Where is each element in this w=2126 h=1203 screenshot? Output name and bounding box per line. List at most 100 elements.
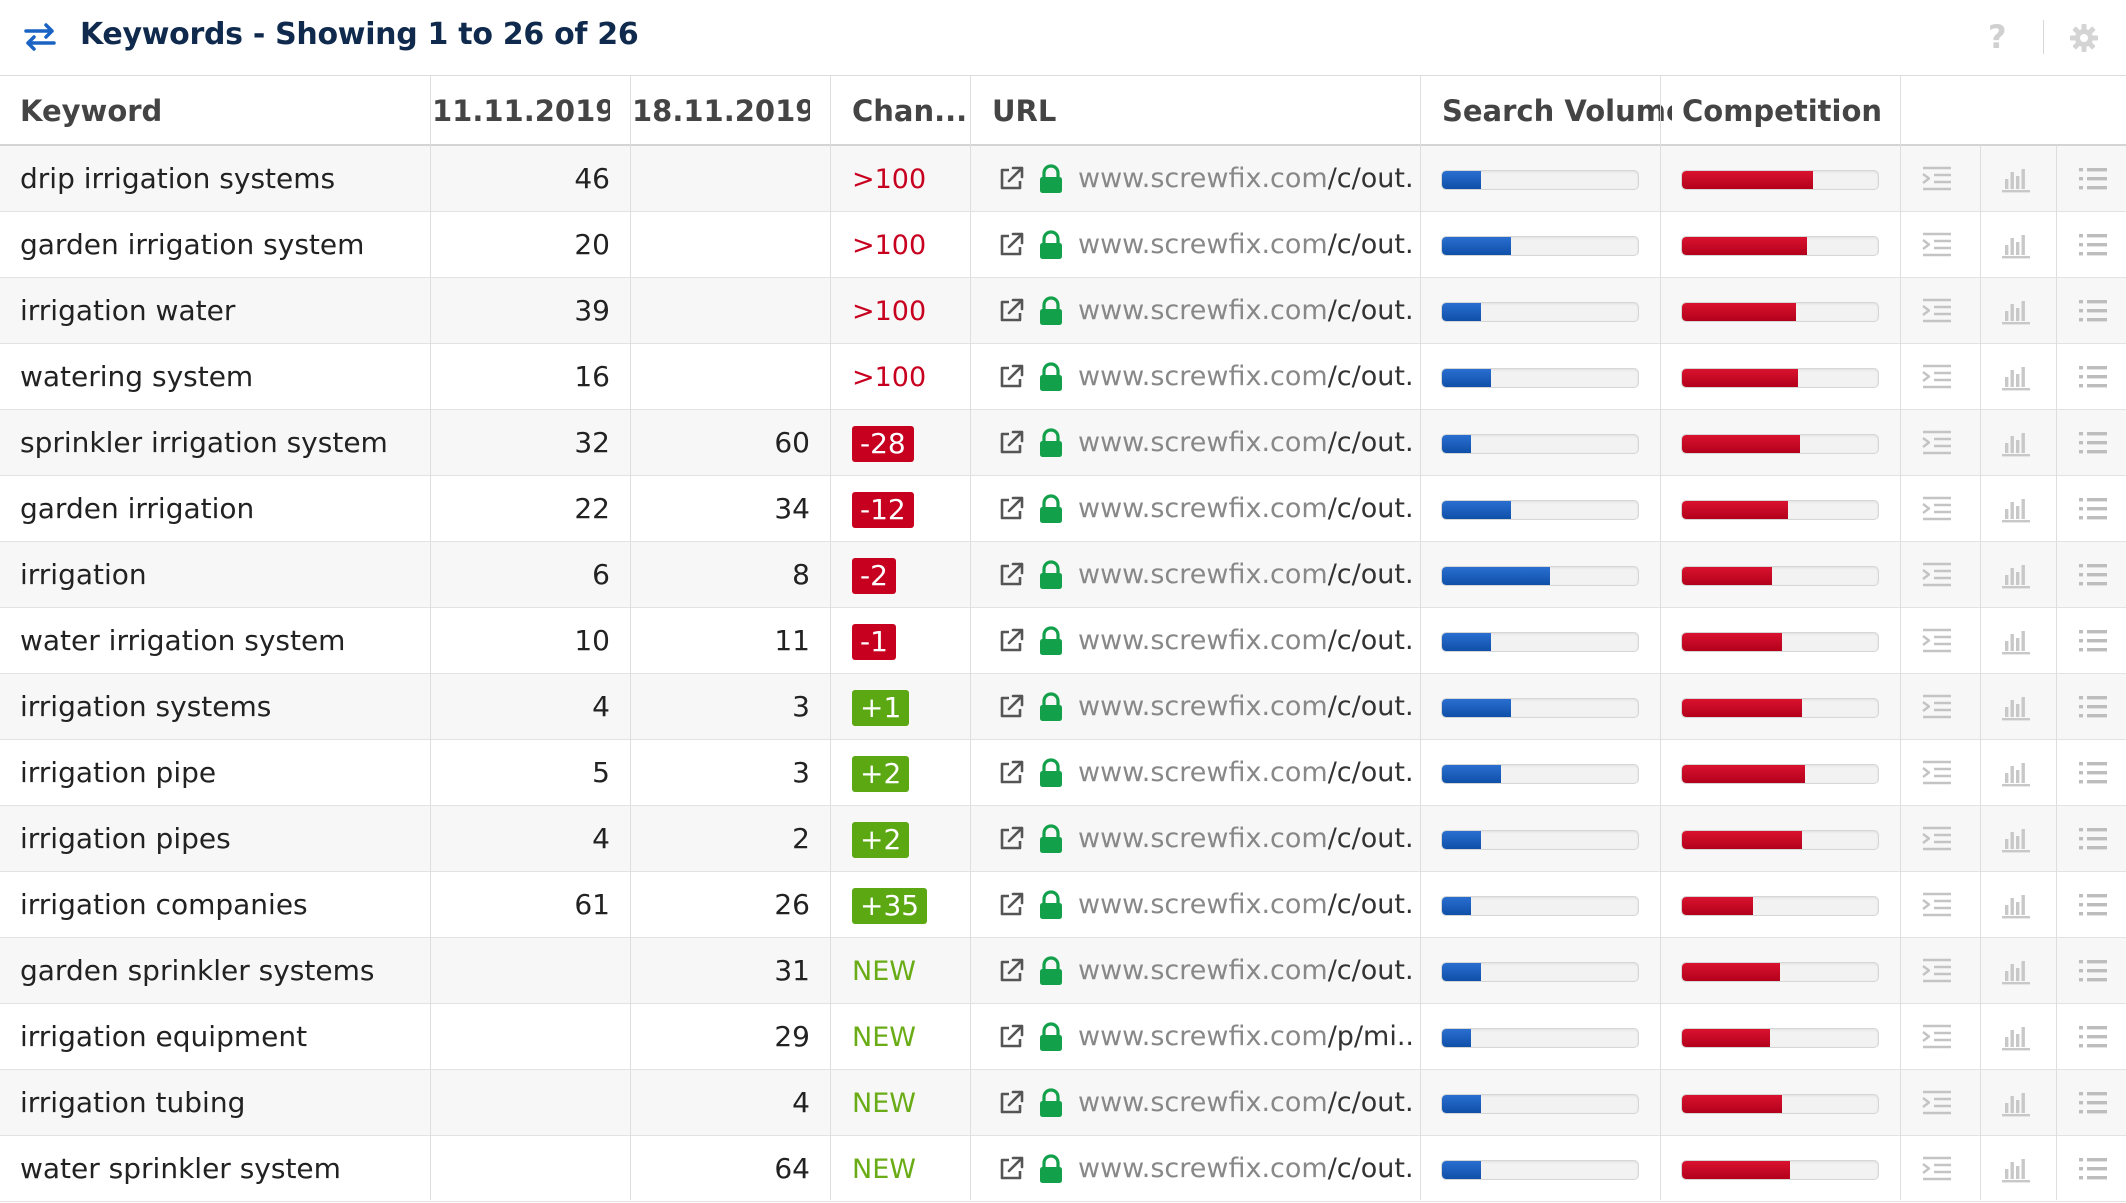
url-link[interactable]: www.screwfix.com/c/out... (1078, 1136, 1416, 1202)
serp-details-icon[interactable] (1920, 625, 1954, 657)
chart-icon[interactable] (1999, 229, 2033, 261)
chart-icon[interactable] (1999, 691, 2033, 723)
column-header-change[interactable]: Chan... (852, 76, 982, 146)
column-header-keyword[interactable]: Keyword (20, 76, 400, 146)
list-icon[interactable] (2076, 625, 2110, 657)
serp-details-icon[interactable] (1920, 559, 1954, 591)
serp-details-icon[interactable] (1920, 691, 1954, 723)
external-link-icon[interactable] (996, 230, 1026, 260)
list-icon[interactable] (2076, 295, 2110, 327)
chart-icon[interactable] (1999, 955, 2033, 987)
keyword-cell[interactable]: irrigation pipes (20, 806, 420, 872)
external-link-icon[interactable] (996, 164, 1026, 194)
url-link[interactable]: www.screwfix.com/c/out... (1078, 410, 1416, 476)
external-link-icon[interactable] (996, 692, 1026, 722)
keyword-cell[interactable]: garden sprinkler systems (20, 938, 420, 1004)
serp-details-icon[interactable] (1920, 823, 1954, 855)
url-link[interactable]: www.screwfix.com/c/out... (1078, 278, 1416, 344)
url-link[interactable]: www.screwfix.com/c/out... (1078, 938, 1416, 1004)
external-link-icon[interactable] (996, 758, 1026, 788)
list-icon[interactable] (2076, 1021, 2110, 1053)
swap-arrows-icon[interactable] (22, 22, 58, 52)
serp-details-icon[interactable] (1920, 1087, 1954, 1119)
keyword-cell[interactable]: irrigation (20, 542, 420, 608)
list-icon[interactable] (2076, 163, 2110, 195)
chart-icon[interactable] (1999, 559, 2033, 591)
table-row[interactable]: water sprinkler system 64 NEW www.screwfix.… (0, 1136, 2126, 1202)
chart-icon[interactable] (1999, 361, 2033, 393)
keyword-cell[interactable]: water sprinkler system (20, 1136, 420, 1202)
serp-details-icon[interactable] (1920, 295, 1954, 327)
table-row[interactable]: irrigation pipes 4 2 +2 www.screwfix.com/c/o… (0, 806, 2126, 872)
serp-details-icon[interactable] (1920, 163, 1954, 195)
serp-details-icon[interactable] (1920, 1153, 1954, 1185)
url-link[interactable]: www.screwfix.com/c/out... (1078, 806, 1416, 872)
column-header-url[interactable]: URL (992, 76, 1192, 146)
table-row[interactable]: sprinkler irrigation system 32 60 -28 www.sc… (0, 410, 2126, 476)
chart-icon[interactable] (1999, 163, 2033, 195)
url-link[interactable]: www.screwfix.com/c/out... (1078, 608, 1416, 674)
serp-details-icon[interactable] (1920, 1021, 1954, 1053)
chart-icon[interactable] (1999, 757, 2033, 789)
url-link[interactable]: www.screwfix.com/c/out... (1078, 1070, 1416, 1136)
table-row[interactable]: irrigation equipment 29 NEW www.screwfix.co… (0, 1004, 2126, 1070)
keyword-cell[interactable]: irrigation equipment (20, 1004, 420, 1070)
list-icon[interactable] (2076, 955, 2110, 987)
keyword-cell[interactable]: garden irrigation system (20, 212, 420, 278)
table-row[interactable]: garden irrigation system 20 >100 www.screwf… (0, 212, 2126, 278)
external-link-icon[interactable] (996, 560, 1026, 590)
external-link-icon[interactable] (996, 1022, 1026, 1052)
list-icon[interactable] (2076, 1153, 2110, 1185)
serp-details-icon[interactable] (1920, 361, 1954, 393)
keyword-cell[interactable]: drip irrigation systems (20, 146, 420, 212)
chart-icon[interactable] (1999, 427, 2033, 459)
table-row[interactable]: drip irrigation systems 46 >100 www.screwfi… (0, 146, 2126, 212)
url-link[interactable]: www.screwfix.com/p/mi... (1078, 1004, 1416, 1070)
column-header-date1[interactable]: 11.11.2019 (432, 76, 610, 146)
serp-details-icon[interactable] (1920, 493, 1954, 525)
table-row[interactable]: irrigation pipe 5 3 +2 www.screwfix.com/c/ou… (0, 740, 2126, 806)
chart-icon[interactable] (1999, 823, 2033, 855)
url-link[interactable]: www.screwfix.com/c/out... (1078, 344, 1416, 410)
table-row[interactable]: garden sprinkler systems 31 NEW www.screwfi… (0, 938, 2126, 1004)
list-icon[interactable] (2076, 229, 2110, 261)
external-link-icon[interactable] (996, 956, 1026, 986)
list-icon[interactable] (2076, 823, 2110, 855)
chart-icon[interactable] (1999, 625, 2033, 657)
chart-icon[interactable] (1999, 1021, 2033, 1053)
column-header-search-volume[interactable]: Search Volume (1442, 76, 1672, 146)
list-icon[interactable] (2076, 757, 2110, 789)
url-link[interactable]: www.screwfix.com/c/out... (1078, 212, 1416, 278)
list-icon[interactable] (2076, 427, 2110, 459)
url-link[interactable]: www.screwfix.com/c/out... (1078, 542, 1416, 608)
external-link-icon[interactable] (996, 428, 1026, 458)
list-icon[interactable] (2076, 1087, 2110, 1119)
column-header-competition[interactable]: Competition (1682, 76, 1902, 146)
url-link[interactable]: www.screwfix.com/c/out... (1078, 674, 1416, 740)
keyword-cell[interactable]: irrigation systems (20, 674, 420, 740)
keyword-cell[interactable]: irrigation water (20, 278, 420, 344)
external-link-icon[interactable] (996, 362, 1026, 392)
list-icon[interactable] (2076, 889, 2110, 921)
table-row[interactable]: irrigation tubing 4 NEW www.screwfix.com/c/… (0, 1070, 2126, 1136)
column-header-date2[interactable]: 18.11.2019 (632, 76, 810, 146)
url-link[interactable]: www.screwfix.com/c/out... (1078, 476, 1416, 542)
keyword-cell[interactable]: sprinkler irrigation system (20, 410, 420, 476)
keyword-cell[interactable]: watering system (20, 344, 420, 410)
chart-icon[interactable] (1999, 889, 2033, 921)
keyword-cell[interactable]: irrigation pipe (20, 740, 420, 806)
chart-icon[interactable] (1999, 295, 2033, 327)
chart-icon[interactable] (1999, 493, 2033, 525)
url-link[interactable]: www.screwfix.com/c/out... (1078, 872, 1416, 938)
table-row[interactable]: water irrigation system 10 11 -1 www.screwfi… (0, 608, 2126, 674)
table-row[interactable]: irrigation companies 61 26 +35 www.screwfix.… (0, 872, 2126, 938)
table-row[interactable]: watering system 16 >100 www.screwfix.com/c/… (0, 344, 2126, 410)
serp-details-icon[interactable] (1920, 427, 1954, 459)
chart-icon[interactable] (1999, 1153, 2033, 1185)
serp-details-icon[interactable] (1920, 955, 1954, 987)
list-icon[interactable] (2076, 559, 2110, 591)
external-link-icon[interactable] (996, 494, 1026, 524)
serp-details-icon[interactable] (1920, 889, 1954, 921)
serp-details-icon[interactable] (1920, 229, 1954, 261)
chart-icon[interactable] (1999, 1087, 2033, 1119)
